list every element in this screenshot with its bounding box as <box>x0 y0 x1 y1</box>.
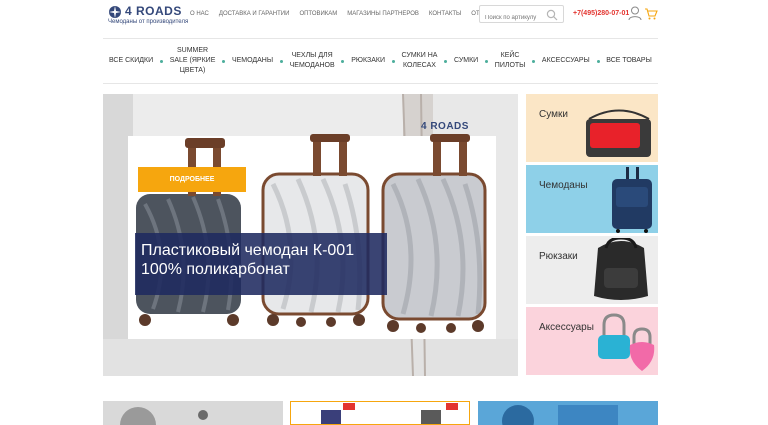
hero-brand-logo: 4 ROADS <box>421 121 469 132</box>
top-nav: О нас Доставка и гарантии Оптовикам Мага… <box>190 11 498 17</box>
category-summer-sale[interactable]: Summer Sale (яркие цвета) <box>170 46 216 76</box>
locks-image <box>598 313 655 371</box>
menu-separator <box>391 59 395 63</box>
promo-image <box>321 403 458 424</box>
menu-separator <box>341 59 345 63</box>
promo-tile-2[interactable] <box>290 401 470 425</box>
hero-banner[interactable]: 4 ROADS Подробнее Пластиковый чемодан К-… <box>103 94 518 376</box>
category-accessories[interactable]: Аксессуары <box>542 56 590 66</box>
suitcase-image <box>612 167 652 233</box>
menu-separator <box>485 59 488 63</box>
hero-title-line2: 100% поликарбонат <box>141 261 290 278</box>
nav-wholesale[interactable]: Оптовикам <box>299 11 337 17</box>
hero-title-line1: Пластиковый чемодан К-001 <box>141 242 355 259</box>
category-suitcase-covers[interactable]: Чехлы для чемоданов <box>290 51 335 71</box>
promo-image <box>120 407 208 425</box>
user-icon[interactable] <box>628 6 642 21</box>
cart-icon[interactable] <box>644 7 658 21</box>
menu-separator <box>444 59 448 63</box>
menu-separator <box>596 59 600 63</box>
bag-image <box>586 109 651 157</box>
promo-image <box>502 405 618 425</box>
search-icon[interactable] <box>546 9 558 21</box>
tile-label: Сумки <box>539 109 568 120</box>
tile-accessories[interactable]: Аксессуары <box>526 307 658 375</box>
nav-delivery[interactable]: Доставка и гарантии <box>219 11 290 17</box>
tile-label: Аксессуары <box>539 322 594 333</box>
category-backpacks[interactable]: Рюкзаки <box>351 56 385 66</box>
category-suitcases[interactable]: Чемоданы <box>232 56 273 66</box>
category-menu: Все скидки Summer Sale (яркие цвета) Чем… <box>103 38 658 84</box>
tile-bags[interactable]: Сумки <box>526 94 658 162</box>
tile-backpacks[interactable]: Рюкзаки <box>526 236 658 304</box>
hero-caption: Пластиковый чемодан К-001 100% поликарбо… <box>135 233 387 295</box>
logo-compass-icon <box>109 6 121 18</box>
site-logo[interactable]: 4 ROADS Чемоданы от производителя <box>108 4 188 30</box>
more-details-button[interactable]: Подробнее <box>138 167 246 192</box>
menu-separator <box>222 59 226 63</box>
logo-brand: 4 ROADS <box>125 4 182 18</box>
menu-separator <box>532 59 536 63</box>
nav-about[interactable]: О нас <box>190 11 209 17</box>
phone-number[interactable]: +7(495)280-07-01 <box>573 10 629 17</box>
category-bags[interactable]: Сумки <box>454 56 478 66</box>
site-header: 4 ROADS Чемоданы от производителя О нас … <box>0 0 768 36</box>
tile-suitcases[interactable]: Чемоданы <box>526 165 658 233</box>
nav-contacts[interactable]: Контакты <box>429 11 461 17</box>
nav-partner-stores[interactable]: Магазины партнеров <box>347 11 419 17</box>
search-input[interactable] <box>480 10 540 26</box>
tile-label: Рюкзаки <box>539 251 578 262</box>
search-box <box>479 5 564 26</box>
menu-separator <box>159 59 163 63</box>
category-all-products[interactable]: Все товары <box>606 56 651 66</box>
promo-tile-3[interactable] <box>478 401 658 425</box>
promo-tile-1[interactable] <box>103 401 283 425</box>
backpack-image <box>594 238 648 300</box>
category-all-discounts[interactable]: Все скидки <box>109 56 153 66</box>
category-pilot-cases[interactable]: Кейс пилоты <box>495 51 526 71</box>
category-wheeled-bags[interactable]: Сумки на колесах <box>402 51 438 71</box>
tile-label: Чемоданы <box>539 180 588 191</box>
logo-tagline: Чемоданы от производителя <box>108 19 189 25</box>
menu-separator <box>279 59 283 63</box>
